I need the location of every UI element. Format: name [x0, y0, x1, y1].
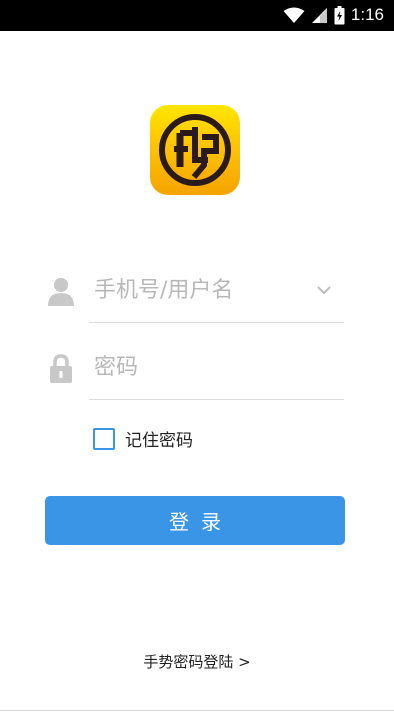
login-button[interactable]: 登录 — [45, 496, 345, 545]
app-logo-mark — [159, 114, 231, 186]
remember-checkbox[interactable] — [93, 427, 115, 450]
remember-password[interactable]: 记住密码 — [93, 426, 193, 451]
chevron-down-icon[interactable] — [316, 284, 332, 296]
username-field-row[interactable]: 手机号/用户名 — [44, 254, 344, 332]
username-underline — [89, 322, 344, 323]
lock-icon — [50, 354, 72, 383]
gesture-login-link[interactable]: 手势密码登陆 > — [0, 651, 394, 672]
status-icons: 1:16 — [283, 5, 384, 25]
password-underline — [89, 399, 344, 400]
remember-label: 记住密码 — [125, 431, 193, 451]
wifi-icon — [283, 7, 305, 23]
user-icon — [48, 278, 74, 306]
password-field-row[interactable]: 密码 — [44, 331, 344, 409]
app-logo — [150, 105, 240, 195]
bottom-divider — [0, 710, 394, 711]
username-input[interactable]: 手机号/用户名 — [94, 276, 233, 306]
password-input[interactable]: 密码 — [94, 353, 138, 383]
status-time: 1:16 — [350, 5, 384, 24]
status-bar: 1:16 — [0, 0, 394, 31]
signal-icon — [311, 7, 327, 23]
battery-icon — [334, 5, 345, 24]
